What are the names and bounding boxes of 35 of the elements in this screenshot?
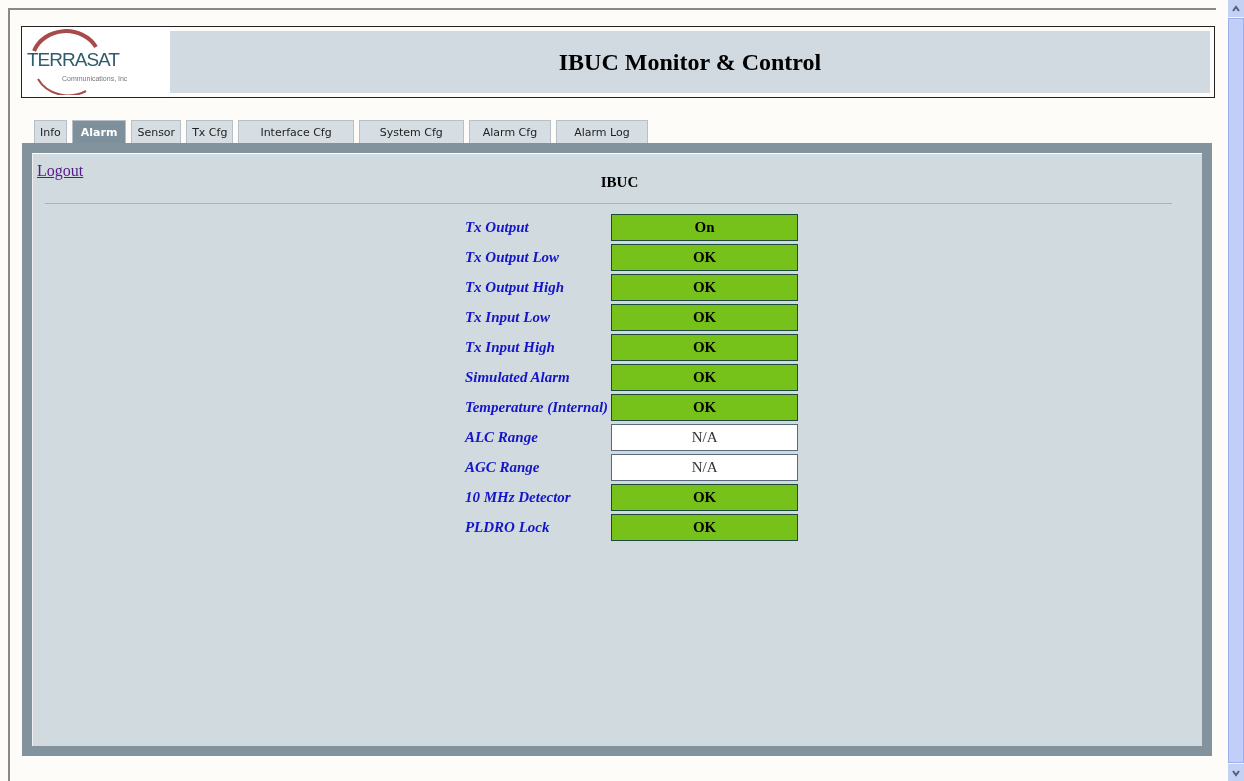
alarm-label: 10 MHz Detector (464, 488, 572, 507)
tab[interactable]: Sensor (131, 120, 182, 143)
status-indicator: N/A (611, 454, 799, 481)
scroll-down-icon[interactable] (1228, 764, 1244, 781)
status-indicator: OK (611, 304, 799, 331)
status-indicator: OK (611, 514, 799, 541)
alarm-label: Tx Output High (464, 278, 566, 297)
alarm-label: Temperature (Internal) (464, 398, 609, 417)
status-indicator: On (611, 214, 799, 241)
status-indicator: OK (611, 244, 799, 271)
alarm-label: Tx Input High (464, 338, 556, 357)
page-title: IBUC Monitor & Control (558, 48, 822, 76)
section-title: IBUC (600, 174, 639, 192)
status-indicator: OK (611, 274, 799, 301)
logo-name: TERRASAT (27, 49, 119, 71)
alarm-label: Simulated Alarm (464, 368, 571, 387)
alarm-label: ALC Range (464, 428, 539, 447)
tab[interactable]: Tx Cfg (186, 120, 234, 143)
alarm-label: AGC Range (464, 458, 541, 477)
logout-link[interactable]: Logout (37, 162, 84, 180)
status-indicator: OK (611, 334, 799, 361)
alarm-label: Tx Output Low (464, 248, 561, 267)
tab[interactable]: Alarm Log (556, 120, 648, 143)
alarm-label: Tx Output (464, 218, 530, 237)
status-indicator: OK (611, 364, 799, 391)
status-indicator: OK (611, 394, 799, 421)
tab[interactable]: Alarm Cfg (468, 120, 552, 143)
alarm-label: Tx Input Low (464, 308, 551, 327)
alarm-label: PLDRO Lock (464, 518, 551, 537)
tab[interactable]: System Cfg (358, 120, 464, 143)
tab[interactable]: Interface Cfg (238, 120, 354, 143)
tab[interactable]: Info (34, 120, 67, 143)
scroll-up-icon[interactable] (1228, 0, 1244, 17)
status-indicator: OK (611, 484, 799, 511)
status-indicator: N/A (611, 424, 799, 451)
